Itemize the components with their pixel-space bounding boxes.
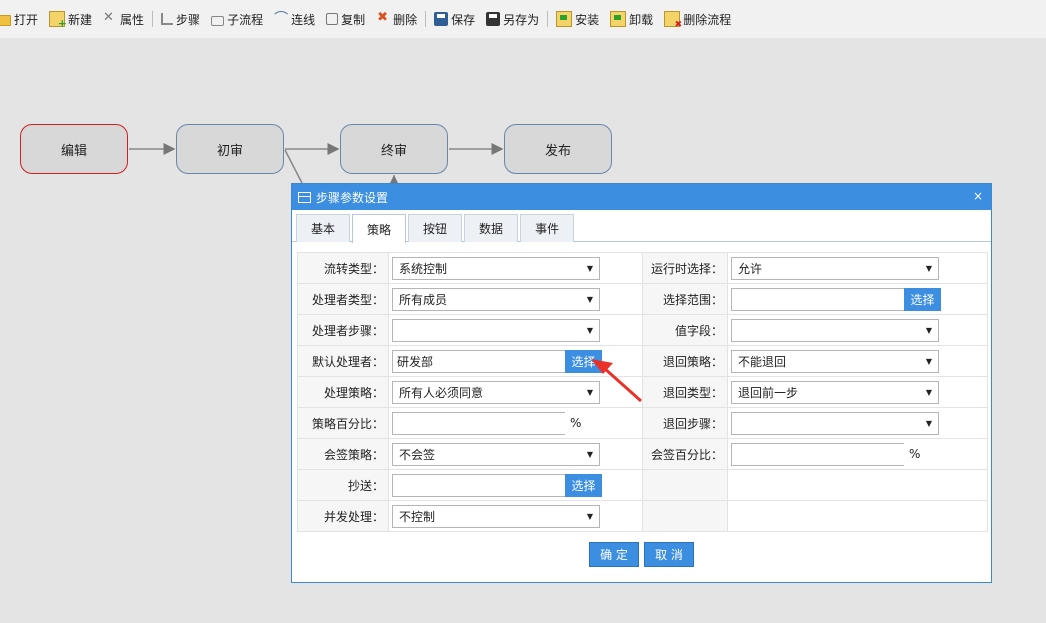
return-type-label: 退回类型： [642,376,728,408]
countersign-label: 会签策略： [297,438,389,470]
chevron-down-icon: ▼ [586,263,593,273]
form-row: 处理者类型： 所有成员 ▼ 选择范围： 选择 [297,283,988,315]
node-edit-label: 编辑 [60,143,87,159]
select-range-pick-button[interactable]: 选择 [904,287,941,311]
countersign-percent-label: 会签百分比： [642,438,728,470]
strategy-form: 流转类型： 系统控制 ▼ 运行时选择： 允许 ▼ 处理者类型： 所有成员 ▼ 选择范围… [297,252,988,532]
handler-step-label: 处理者步骤： [297,314,389,346]
chevron-down-icon: ▼ [586,294,593,304]
empty-value-cell [727,469,988,501]
return-step-select[interactable]: ▼ [731,411,939,435]
form-row: 策略百分比： % 退回步骤： ▼ [297,407,988,439]
return-strategy-value: 不能退回 [738,354,787,369]
concurrent-select[interactable]: 不控制 ▼ [392,504,600,528]
return-strategy-select[interactable]: 不能退回 ▼ [731,349,939,373]
chevron-down-icon: ▼ [925,325,932,335]
chevron-down-icon: ▼ [925,387,932,397]
flow-type-value: 系统控制 [399,261,448,276]
countersign-value: 不会签 [399,447,436,462]
empty-value-cell [727,500,988,532]
form-row: 抄送： 选择 [297,469,988,501]
node-final-review-label: 终审 [380,143,407,159]
edge-arrowhead [390,175,398,183]
return-type-value: 退回前一步 [738,385,799,400]
chevron-down-icon: ▼ [925,263,932,273]
close-button[interactable]: × [973,189,983,203]
confirm-button[interactable]: 确 定 [589,542,639,567]
node-first-review[interactable]: 初审 [176,124,284,174]
flow-type-select[interactable]: 系统控制 ▼ [392,256,600,280]
chevron-down-icon: ▼ [586,511,593,521]
tab-basic[interactable]: 基本 [296,214,351,242]
chevron-down-icon: ▼ [925,418,932,428]
strategy-select[interactable]: 所有人必须同意 ▼ [392,380,600,404]
handler-type-select[interactable]: 所有成员 ▼ [392,287,600,311]
default-handler-pick-button[interactable]: 选择 [565,349,602,373]
empty-label-cell [642,500,728,532]
strategy-percent-label: 策略百分比： [297,407,389,439]
value-field-label: 值字段： [642,314,728,346]
tab-buttons[interactable]: 按钮 [408,214,463,242]
flow-type-label: 流转类型： [297,252,389,284]
form-row: 默认处理者： 研发部 选择 退回策略： 不能退回 ▼ [297,345,988,377]
empty-label-cell [642,469,728,501]
cc-input[interactable] [392,473,565,497]
cc-pick-button[interactable]: 选择 [565,473,602,497]
return-strategy-label: 退回策略： [642,345,728,377]
select-range-input[interactable] [731,287,904,311]
form-row: 处理者步骤： ▼ 值字段： ▼ [297,314,988,346]
tab-bar: 基本 策略 按钮 数据 事件 [296,214,576,243]
node-edit[interactable]: 编辑 [20,124,128,174]
form-row: 处理策略： 所有人必须同意 ▼ 退回类型： 退回前一步 ▼ [297,376,988,408]
edge-first-review-down[interactable] [284,149,303,184]
chevron-down-icon: ▼ [586,387,593,397]
node-first-review-label: 初审 [216,143,243,159]
node-publish[interactable]: 发布 [504,124,612,174]
cancel-button[interactable]: 取 消 [644,542,694,567]
form-row: 流转类型： 系统控制 ▼ 运行时选择： 允许 ▼ [297,252,988,284]
default-handler-input[interactable]: 研发部 [392,349,565,373]
dialog-title: 步骤参数设置 [316,190,389,205]
tab-data[interactable]: 数据 [464,214,519,242]
dialog-title-bar[interactable]: 步骤参数设置 × [292,184,991,210]
return-type-select[interactable]: 退回前一步 ▼ [731,380,939,404]
runtime-select-value: 允许 [738,261,763,276]
strategy-percent-input[interactable] [392,411,565,435]
handler-type-value: 所有成员 [399,292,448,307]
strategy-value: 所有人必须同意 [399,385,484,400]
dialog-actions: 确 定 取 消 [292,542,991,567]
runtime-select-label: 运行时选择： [642,252,728,284]
chevron-down-icon: ▼ [586,449,593,459]
percent-sign: % [570,416,582,430]
return-step-label: 退回步骤： [642,407,728,439]
tab-strategy[interactable]: 策略 [352,214,407,243]
select-range-label: 选择范围： [642,283,728,315]
node-publish-label: 发布 [544,143,571,159]
tab-events[interactable]: 事件 [520,214,575,242]
step-settings-dialog: 步骤参数设置 × 基本 策略 按钮 数据 事件 流转类型： 系统控制 ▼ 运行时选… [291,183,992,583]
concurrent-label: 并发处理： [297,500,389,532]
handler-step-select[interactable]: ▼ [392,318,600,342]
strategy-label: 处理策略： [297,376,389,408]
countersign-select[interactable]: 不会签 ▼ [392,442,600,466]
chevron-down-icon: ▼ [586,325,593,335]
handler-type-label: 处理者类型： [297,283,389,315]
default-handler-label: 默认处理者： [297,345,389,377]
cc-label: 抄送： [297,469,389,501]
window-icon [298,191,311,203]
form-row: 会签策略： 不会签 ▼ 会签百分比： % [297,438,988,470]
concurrent-value: 不控制 [399,509,436,524]
value-field-select[interactable]: ▼ [731,318,939,342]
chevron-down-icon: ▼ [925,356,932,366]
form-row: 并发处理： 不控制 ▼ [297,500,988,532]
percent-sign: % [909,447,921,461]
runtime-select-select[interactable]: 允许 ▼ [731,256,939,280]
countersign-percent-input[interactable] [731,442,904,466]
node-final-review[interactable]: 终审 [340,124,448,174]
